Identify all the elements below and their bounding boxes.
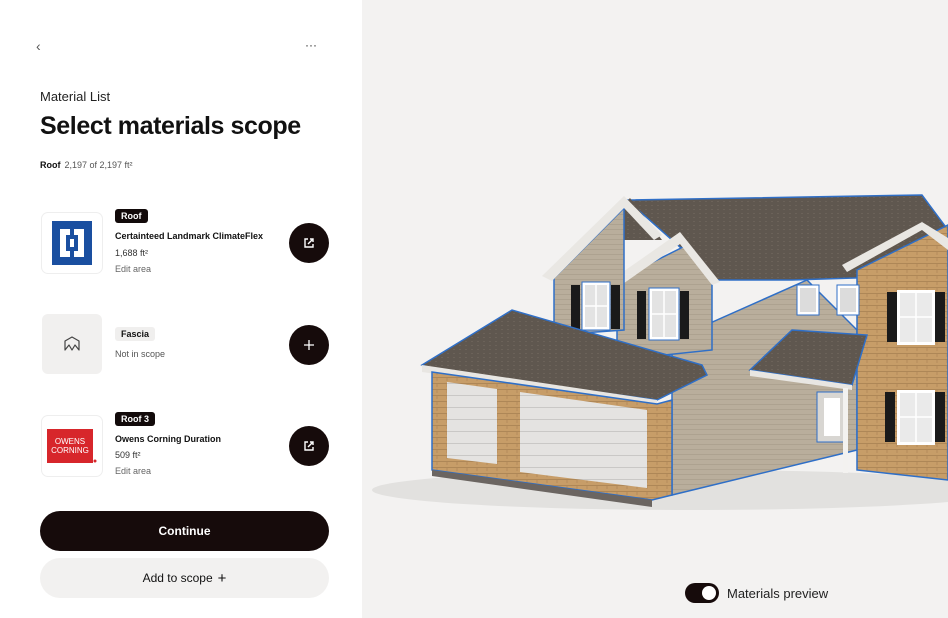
material-thumbnail — [42, 213, 102, 273]
material-item-roof: Roof Certainteed Landmark ClimateFlex 1,… — [40, 209, 332, 277]
edit-icon — [304, 238, 314, 248]
edit-material-button[interactable] — [289, 426, 329, 466]
plus-icon: + — [217, 569, 227, 587]
material-badge: Roof 3 — [115, 412, 155, 426]
toggle-knob — [702, 586, 716, 600]
svg-text:OWENS: OWENS — [55, 437, 85, 446]
materials-preview-label: Materials preview — [727, 585, 829, 601]
material-name: Certainteed Landmark ClimateFlex — [115, 231, 264, 241]
page-title: Select materials scope — [40, 112, 301, 140]
material-item-fascia: Fascia Not in scope — [40, 313, 332, 379]
svg-text:CORNING: CORNING — [51, 446, 89, 455]
3d-model-viewer[interactable]: Materials preview — [362, 0, 948, 618]
certainteed-logo-icon — [52, 221, 92, 265]
more-horizontal-icon: ··· — [305, 38, 317, 52]
plus-icon — [304, 340, 314, 350]
chevron-left-icon: ‹ — [36, 38, 41, 54]
material-name: Owens Corning Duration — [115, 434, 222, 444]
material-thumbnail: OWENS CORNING — [42, 416, 102, 476]
edit-material-button[interactable] — [289, 223, 329, 263]
summary-value: 2,197 of 2,197 ft² — [64, 160, 133, 170]
material-panel: ‹ ··· Material List Select materials sco… — [0, 0, 362, 618]
edit-area-link[interactable]: Edit area — [115, 264, 151, 274]
material-thumbnail — [42, 314, 102, 374]
material-area: 1,688 ft² — [115, 248, 149, 258]
owens-corning-logo-icon: OWENS CORNING — [47, 429, 97, 463]
back-button[interactable]: ‹ — [36, 38, 52, 56]
edit-icon — [304, 441, 314, 451]
add-to-scope-label: Add to scope — [142, 571, 213, 585]
page-eyebrow: Material List — [40, 89, 111, 104]
material-badge: Fascia — [115, 327, 156, 341]
summary-label: Roof — [40, 160, 61, 170]
add-material-button[interactable] — [289, 325, 329, 365]
material-item-roof-3: OWENS CORNING Roof 3 Owens Corning Durat… — [40, 412, 332, 479]
materials-preview-toggle-wrap: Materials preview — [685, 583, 828, 603]
edit-area-link[interactable]: Edit area — [115, 466, 151, 476]
house-3d-model[interactable] — [362, 0, 948, 618]
scope-summary: Roof 2,197 of 2,197 ft² — [40, 160, 133, 170]
material-status: Not in scope — [115, 349, 166, 359]
more-options-button[interactable]: ··· — [305, 38, 321, 56]
add-to-scope-button[interactable]: Add to scope + — [40, 558, 329, 598]
fascia-icon — [64, 336, 80, 351]
materials-preview-toggle[interactable] — [685, 583, 719, 603]
continue-button[interactable]: Continue — [40, 511, 329, 551]
material-area: 509 ft² — [115, 450, 141, 460]
material-badge: Roof — [115, 209, 148, 223]
